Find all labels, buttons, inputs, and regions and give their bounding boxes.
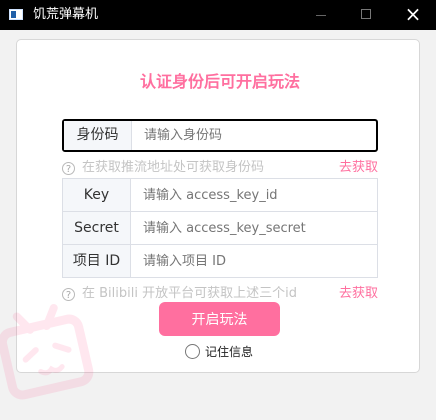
maximize-button[interactable] <box>344 0 390 30</box>
close-button[interactable]: × <box>390 0 436 30</box>
access-key-input[interactable] <box>131 179 377 211</box>
project-id-field: 项目 ID <box>62 244 378 278</box>
access-key-field: Key <box>62 178 378 212</box>
question-circle-icon: ? <box>62 288 75 301</box>
open-platform-hint-text: 在 Bilibili 开放平台可获取上述三个id <box>82 286 297 301</box>
window-title: 饥荒弹幕机 <box>33 7 99 22</box>
access-secret-label: Secret <box>63 212 131 244</box>
start-gameplay-button[interactable]: 开启玩法 <box>159 302 280 336</box>
auth-panel: 认证身份后可开启玩法 身份码 ? 在获取推流地址处可获取身份码 去获取 Key S… <box>0 39 420 400</box>
minimize-icon <box>316 15 326 16</box>
bilibili-tv-icon <box>0 303 94 400</box>
remember-info-label: 记住信息 <box>205 345 254 359</box>
access-key-label: Key <box>63 179 131 211</box>
remember-info-option[interactable]: 记住信息 <box>185 343 253 363</box>
open-platform-hint: ? 在 Bilibili 开放平台可获取上述三个id <box>62 284 342 304</box>
app-window: 饥荒弹幕机 × 认证身份后可开启玩法 身份码 ? 在获取推流地址处可获取身份码 去… <box>0 0 436 420</box>
remember-info-radio[interactable] <box>185 344 200 359</box>
close-icon: × <box>404 2 422 26</box>
project-id-label: 项目 ID <box>63 245 131 277</box>
get-open-platform-link[interactable]: 去获取 <box>333 284 378 304</box>
identity-code-hint: ? 在获取推流地址处可获取身份码 <box>62 158 342 178</box>
identity-code-label: 身份码 <box>64 121 132 150</box>
maximize-icon <box>361 9 371 19</box>
question-circle-icon: ? <box>62 162 75 175</box>
access-secret-input[interactable] <box>131 212 377 244</box>
app-icon <box>9 9 23 20</box>
identity-code-field: 身份码 <box>62 119 378 152</box>
title-bar[interactable]: 饥荒弹幕机 × <box>0 0 436 30</box>
project-id-input[interactable] <box>131 245 377 277</box>
get-identity-code-link[interactable]: 去获取 <box>333 158 378 178</box>
minimize-button[interactable] <box>298 0 344 30</box>
identity-code-hint-text: 在获取推流地址处可获取身份码 <box>82 160 265 175</box>
auth-heading: 认证身份后可开启玩法 <box>139 72 300 91</box>
identity-code-input[interactable] <box>132 121 376 150</box>
access-secret-field: Secret <box>62 211 378 245</box>
